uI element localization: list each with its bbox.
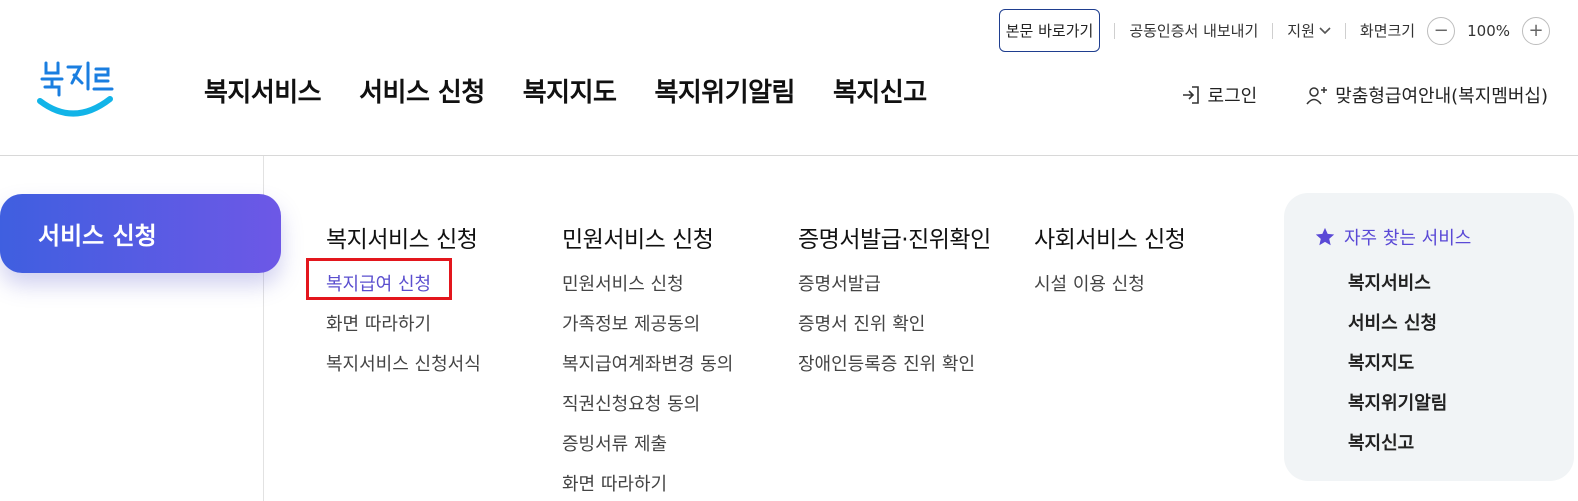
logo[interactable] — [36, 55, 116, 121]
menu-column-civil-apply: 민원서비스 신청 민원서비스 신청 가족정보 제공동의 복지급여계좌변경 동의 … — [562, 220, 733, 501]
account-links: 로그인 맞춤형급여안내(복지멤버십) — [1180, 82, 1548, 108]
divider — [1272, 22, 1274, 39]
menu-item-account-change[interactable]: 복지급여계좌변경 동의 — [562, 350, 733, 390]
nav-item-welfare-map[interactable]: 복지지도 — [523, 72, 617, 109]
favorites-title: 자주 찾는 서비스 — [1344, 228, 1472, 249]
nav-item-welfare-service[interactable]: 복지서비스 — [204, 72, 322, 109]
menu-item-guide[interactable]: 화면 따라하기 — [326, 310, 481, 350]
cert-export-link[interactable]: 공동인증서 내보내기 — [1129, 20, 1258, 41]
bokjiro-logo-icon — [37, 61, 114, 117]
divider — [1114, 22, 1116, 39]
column-title: 민원서비스 신청 — [562, 227, 714, 253]
menu-item-benefit-apply[interactable]: 복지급여 신청 — [306, 258, 481, 310]
menu-column-certificate: 증명서발급·진위확인 증명서발급 증명서 진위 확인 장애인등록증 진위 확인 — [798, 220, 991, 390]
favorite-item-service-apply[interactable]: 서비스 신청 — [1348, 309, 1447, 349]
menu-item-forms[interactable]: 복지서비스 신청서식 — [326, 350, 481, 390]
login-icon — [1182, 86, 1199, 104]
login-label: 로그인 — [1207, 86, 1258, 107]
membership-label: 맞춤형급여안내(복지멤버십) — [1335, 86, 1548, 107]
highlight-box — [306, 258, 452, 300]
column-title: 증명서발급·진위확인 — [798, 227, 991, 253]
menu-item-guide[interactable]: 화면 따라하기 — [562, 470, 733, 501]
favorite-item-welfare-map[interactable]: 복지지도 — [1348, 349, 1447, 389]
nav-item-welfare-report[interactable]: 복지신고 — [833, 72, 927, 109]
menu-item-family-consent[interactable]: 가족정보 제공동의 — [562, 310, 733, 350]
membership-link[interactable]: 맞춤형급여안내(복지멤버십) — [1305, 82, 1548, 108]
menu-item-cert-issue[interactable]: 증명서발급 — [798, 270, 991, 310]
favorites-list: 복지서비스 서비스 신청 복지지도 복지위기알림 복지신고 — [1348, 269, 1447, 469]
menu-column-social-service: 사회서비스 신청 시설 이용 신청 — [1034, 220, 1186, 310]
favorite-item-welfare-service[interactable]: 복지서비스 — [1348, 269, 1447, 309]
skip-to-content-button[interactable]: 본문 바로가기 — [998, 9, 1101, 52]
support-label: 지원 — [1287, 22, 1315, 40]
star-icon — [1315, 227, 1335, 246]
menu-item-documents[interactable]: 증빙서류 제출 — [562, 430, 733, 470]
favorite-item-welfare-report[interactable]: 복지신고 — [1348, 429, 1447, 469]
zoom-in-button[interactable]: + — [1522, 16, 1550, 45]
main-nav: 복지서비스 서비스 신청 복지지도 복지위기알림 복지신고 — [204, 72, 927, 109]
support-dropdown[interactable]: 지원 — [1287, 20, 1331, 41]
menu-column-welfare-apply: 복지서비스 신청 복지급여 신청 화면 따라하기 복지서비스 신청서식 — [306, 220, 481, 390]
column-title: 사회서비스 신청 — [1034, 227, 1186, 253]
menu-item-civil-apply[interactable]: 민원서비스 신청 — [562, 270, 733, 310]
utility-bar: 본문 바로가기 공동인증서 내보내기 지원 화면크기 − 100% + — [998, 9, 1550, 52]
plus-icon: + — [1528, 19, 1544, 41]
zoom-value: 100% — [1467, 21, 1510, 40]
chevron-down-icon — [1319, 26, 1331, 34]
favorite-item-crisis-alert[interactable]: 복지위기알림 — [1348, 389, 1447, 429]
zoom-control: 화면크기 − 100% + — [1359, 16, 1550, 45]
menu-item-disability-verify[interactable]: 장애인등록증 진위 확인 — [798, 350, 991, 390]
nav-item-service-apply[interactable]: 서비스 신청 — [359, 72, 485, 109]
sidebar-item-label: 서비스 신청 — [38, 222, 157, 250]
column-title: 복지서비스 신청 — [326, 227, 478, 253]
favorites-panel: 자주 찾는 서비스 복지서비스 서비스 신청 복지지도 복지위기알림 복지신고 — [1284, 193, 1574, 481]
zoom-label: 화면크기 — [1359, 22, 1416, 40]
sidebar-item-service-apply[interactable]: 서비스 신청 — [0, 194, 281, 273]
menu-item-ex-officio[interactable]: 직권신청요청 동의 — [562, 390, 733, 430]
header-divider — [0, 155, 1578, 156]
minus-icon: − — [1433, 19, 1449, 41]
person-add-icon — [1306, 87, 1328, 105]
nav-item-crisis-alert[interactable]: 복지위기알림 — [654, 72, 795, 109]
favorites-header: 자주 찾는 서비스 — [1314, 224, 1471, 250]
divider — [1344, 22, 1346, 39]
menu-item-cert-verify[interactable]: 증명서 진위 확인 — [798, 310, 991, 350]
menu-item-facility[interactable]: 시설 이용 신청 — [1034, 270, 1185, 310]
login-link[interactable]: 로그인 — [1180, 82, 1258, 108]
zoom-out-button[interactable]: − — [1427, 16, 1456, 45]
